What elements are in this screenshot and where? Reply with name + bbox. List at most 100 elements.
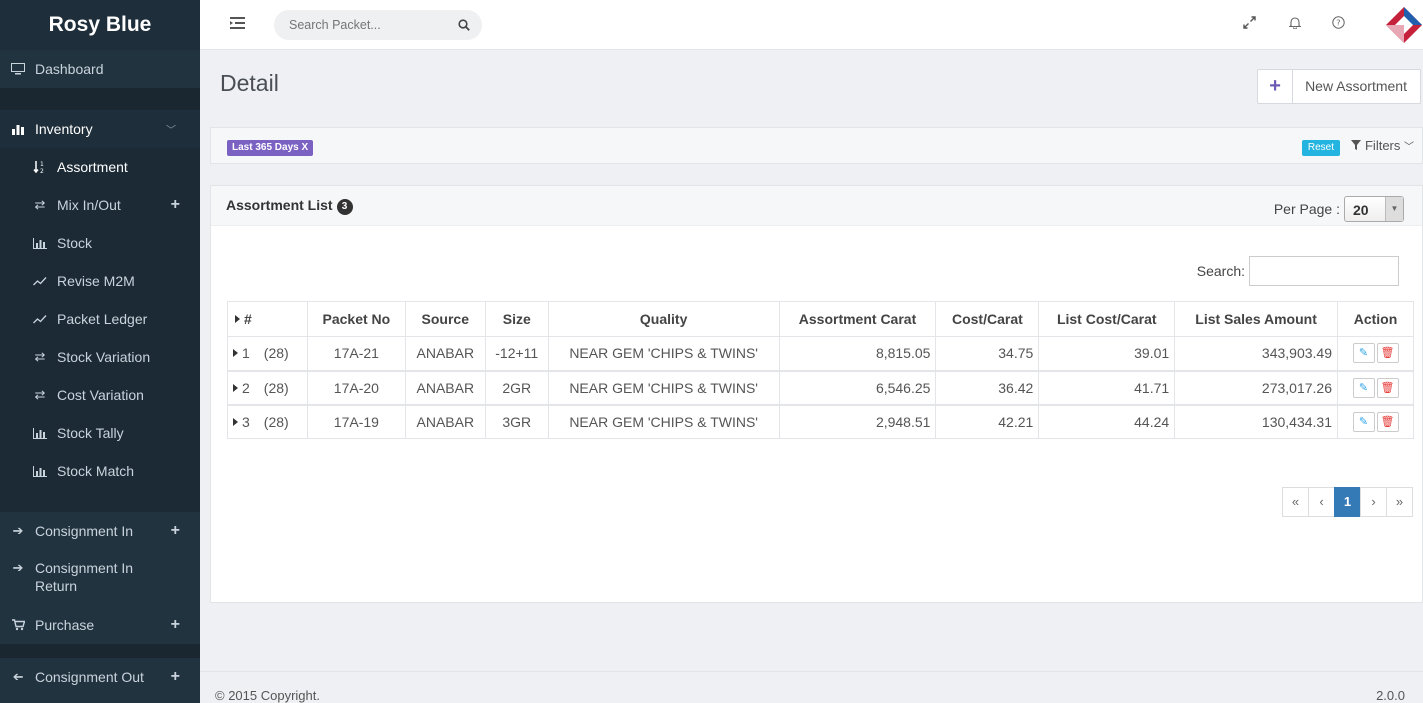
bar-chart-icon <box>32 425 48 441</box>
sidebar-item-consignment-out[interactable]: ➔ Consignment Out + <box>0 658 200 696</box>
cell-size: 3GR <box>484 404 549 439</box>
col-header-packet-no[interactable]: Packet No <box>306 301 406 337</box>
cell-assortment-carat: 6,546.25 <box>778 370 937 406</box>
reset-button[interactable]: Reset <box>1301 140 1340 156</box>
nav-divider <box>0 644 200 658</box>
plus-icon[interactable]: + <box>171 522 180 540</box>
trash-icon[interactable]: 🗑 <box>1376 411 1399 432</box>
sidebar-item-dashboard[interactable]: Dashboard <box>0 50 200 88</box>
col-header-action: Action <box>1337 301 1414 337</box>
sidebar-item-inventory[interactable]: Inventory ﹀ <box>0 110 200 148</box>
table-row[interactable]: 3 (28) 17A-19 ANABAR 3GR NEAR GEM 'CHIPS … <box>227 404 1414 439</box>
trash-icon[interactable]: 🗑 <box>1376 343 1399 364</box>
filter-bar: Last 365 Days X Reset Filters ﹀ <box>210 127 1423 164</box>
col-header-assortment-carat[interactable]: Assortment Carat <box>778 301 937 337</box>
menu-toggle-icon[interactable] <box>230 16 246 32</box>
sidebar-item-assortment[interactable]: 12 Assortment <box>0 148 200 186</box>
sidebar-item-packet-ledger[interactable]: Packet Ledger <box>0 300 200 338</box>
cell-size: 2GR <box>484 370 549 406</box>
cell-quality: NEAR GEM 'CHIPS & TWINS' <box>547 404 780 439</box>
copyright-text: © 2015 Copyright. <box>215 688 320 703</box>
col-header-size[interactable]: Size <box>484 301 549 337</box>
edit-icon[interactable]: ✎ <box>1352 343 1375 364</box>
line-chart-icon <box>32 311 48 327</box>
version-text: 2.0.0 <box>1376 688 1405 703</box>
bar-chart-icon <box>32 463 48 479</box>
row-expand[interactable]: 2 (28) <box>227 370 308 406</box>
edit-icon[interactable]: ✎ <box>1352 411 1375 432</box>
pager-next[interactable]: › <box>1360 487 1387 517</box>
footer: © 2015 Copyright. 2.0.0 <box>200 671 1423 703</box>
brand-logo[interactable]: Rosy Blue <box>0 0 200 50</box>
sidebar-item-label: Mix In/Out <box>57 197 121 213</box>
col-header-list-sales-amount[interactable]: List Sales Amount <box>1174 301 1338 337</box>
per-page-value: 20 <box>1353 202 1369 218</box>
svg-text:?: ? <box>1336 19 1340 28</box>
chevron-down-icon: ▼ <box>1385 197 1403 221</box>
pager-page-1[interactable]: 1 <box>1334 487 1361 517</box>
plus-icon: + <box>1258 70 1294 103</box>
cell-packet-no: 17A-20 <box>306 370 406 406</box>
per-page-select[interactable]: 20 ▼ <box>1344 196 1404 222</box>
packet-search-input[interactable] <box>274 10 444 40</box>
plus-icon[interactable]: + <box>171 668 180 686</box>
pager-last[interactable]: » <box>1386 487 1413 517</box>
col-header-source[interactable]: Source <box>404 301 486 337</box>
cell-list-cost-carat: 44.24 <box>1038 404 1176 439</box>
filters-dropdown[interactable]: Filters ﹀ <box>1351 138 1414 153</box>
sidebar-item-revise-m2m[interactable]: Revise M2M <box>0 262 200 300</box>
count-badge: 3 <box>336 199 353 215</box>
cell-list-sales-amount: 273,017.26 <box>1174 370 1338 406</box>
col-header-cost-carat[interactable]: Cost/Carat <box>935 301 1040 337</box>
row-expand[interactable]: 1 (28) <box>227 336 308 372</box>
trash-icon[interactable]: 🗑 <box>1376 377 1399 398</box>
table-row[interactable]: 1 (28) 17A-21 ANABAR -12+11 NEAR GEM 'CHI… <box>227 336 1414 372</box>
sidebar-item-mix-in-out[interactable]: ⇄ Mix In/Out + <box>0 186 200 224</box>
sidebar-item-stock-match[interactable]: Stock Match <box>0 452 200 490</box>
pager-prev[interactable]: ‹ <box>1308 487 1335 517</box>
bell-icon[interactable] <box>1287 16 1303 32</box>
table-search-input[interactable] <box>1249 256 1399 286</box>
monitor-icon <box>10 61 26 77</box>
user-avatar[interactable] <box>1385 6 1423 44</box>
page-header: Detail + New Assortment <box>200 51 1423 116</box>
table-header-row: # Packet No Source Size Quality Assortme… <box>227 301 1414 337</box>
cell-list-sales-amount: 343,903.49 <box>1174 336 1338 372</box>
sidebar-item-consignment-in[interactable]: ➔ Consignment In + <box>0 512 200 550</box>
plus-icon[interactable]: + <box>171 616 180 634</box>
sidebar-item-label: Stock <box>57 235 93 251</box>
main-content: Detail + New Assortment Last 365 Days X … <box>200 51 1423 671</box>
new-assortment-button[interactable]: + New Assortment <box>1257 69 1421 104</box>
search-icon[interactable] <box>458 18 470 31</box>
plus-icon[interactable]: + <box>171 196 180 214</box>
cell-assortment-carat: 8,815.05 <box>778 336 937 372</box>
sidebar-item-consignment-in-return[interactable]: ➔ Consignment In Return <box>0 550 200 606</box>
bar-chart-icon <box>10 121 26 137</box>
fullscreen-icon[interactable] <box>1241 16 1257 32</box>
cell-assortment-carat: 2,948.51 <box>778 404 937 439</box>
nav-divider <box>0 88 200 110</box>
cell-action: ✎ 🗑 <box>1337 336 1414 372</box>
sidebar-item-label: Consignment In <box>35 523 134 539</box>
exchange-icon: ⇄ <box>34 387 46 402</box>
sidebar-item-stock-tally[interactable]: Stock Tally <box>0 414 200 452</box>
col-header-list-cost-carat[interactable]: List Cost/Carat <box>1038 301 1176 337</box>
edit-icon[interactable]: ✎ <box>1352 377 1375 398</box>
panel-header: Assortment List 3 Per Page : 20 ▼ <box>211 186 1422 226</box>
sidebar-item-purchase[interactable]: Purchase + <box>0 606 200 644</box>
col-header-quality[interactable]: Quality <box>547 301 780 337</box>
sidebar-item-cost-variation[interactable]: ⇄ Cost Variation <box>0 376 200 414</box>
chevron-down-icon: ﹀ <box>166 125 176 137</box>
sidebar-item-stock-variation[interactable]: ⇄ Stock Variation <box>0 338 200 376</box>
col-header-num[interactable]: # <box>227 301 308 337</box>
sidebar-item-label: Revise M2M <box>57 273 135 289</box>
table-row[interactable]: 2 (28) 17A-20 ANABAR 2GR NEAR GEM 'CHIPS … <box>227 370 1414 406</box>
nav-divider <box>0 490 200 512</box>
date-range-chip[interactable]: Last 365 Days X <box>227 140 314 156</box>
sidebar-item-stock[interactable]: Stock <box>0 224 200 262</box>
row-expand[interactable]: 3 (28) <box>227 404 308 439</box>
cell-list-sales-amount: 130,434.31 <box>1174 404 1338 439</box>
help-icon[interactable]: ? <box>1330 16 1346 32</box>
sidebar-item-label: Cost Variation <box>57 387 144 403</box>
pager-first[interactable]: « <box>1282 487 1309 517</box>
